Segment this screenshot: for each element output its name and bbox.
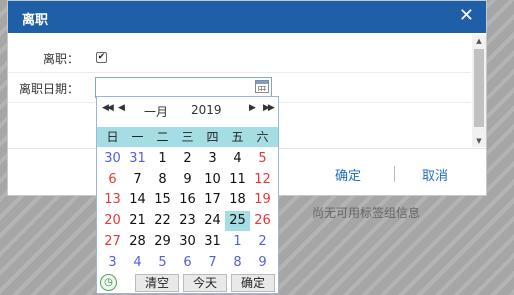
calendar-footer: ◷ 清空 今天 确定 [97, 272, 278, 294]
weekday-label: 二 [156, 130, 169, 144]
today-clock-icon[interactable]: ◷ [100, 274, 117, 291]
calendar-day[interactable]: 26 [250, 211, 275, 231]
resigned-row: 离职： ✔ [8, 43, 471, 73]
date-picker-popup: ◀◀ ◀ 一月 2019 ▶ ▶▶ 日一二三四五六 30 31 1 2 3 4 5 6 7 8 9 10… [96, 96, 279, 294]
weekday-label: 三 [181, 130, 194, 144]
calendar-day[interactable]: 15 [150, 190, 175, 210]
close-icon[interactable]: ✕ [459, 6, 474, 26]
prev-month-icon[interactable]: ◀ [118, 103, 125, 113]
calendar-day[interactable]: 2 [250, 232, 275, 252]
next-year-icon[interactable]: ▶▶ [263, 103, 275, 113]
calendar-day[interactable]: 11 [225, 170, 250, 190]
confirm-button[interactable]: 确定 [231, 274, 275, 292]
calendar-day[interactable]: 8 [150, 170, 175, 190]
calendar-day[interactable]: 31 [125, 149, 150, 169]
calendar-day[interactable]: 8 [225, 253, 250, 273]
calendar-day[interactable]: 12 [250, 170, 275, 190]
today-button[interactable]: 今天 [183, 274, 227, 292]
calendar-day[interactable]: 25 [225, 211, 250, 232]
resigned-checkbox[interactable]: ✔ [96, 52, 107, 63]
calendar-day[interactable]: 14 [125, 190, 150, 210]
calendar-day[interactable]: 7 [125, 170, 150, 190]
calendar-day[interactable]: 10 [200, 170, 225, 190]
calendar-icon[interactable] [255, 80, 269, 93]
year-selector[interactable]: 2019 [191, 103, 222, 117]
cancel-button[interactable]: 取消 [422, 165, 448, 184]
weekday-label: 日 [106, 130, 119, 144]
empty-tag-group-hint: 尚无可用标签组信息 [312, 206, 421, 220]
ok-button[interactable]: 确定 [335, 165, 361, 184]
scroll-thumb[interactable] [474, 49, 484, 127]
calendar-day[interactable]: 5 [150, 253, 175, 273]
calendar-day[interactable]: 4 [125, 253, 150, 273]
calendar-day[interactable]: 30 [175, 232, 200, 252]
dialog-titlebar: 离职 ✕ [8, 1, 486, 33]
calendar-day[interactable]: 9 [250, 253, 275, 273]
footer-divider [394, 166, 395, 182]
calendar-day[interactable]: 31 [200, 232, 225, 252]
prev-year-icon[interactable]: ◀◀ [102, 103, 114, 113]
calendar-day[interactable]: 19 [250, 190, 275, 210]
dialog-scrollbar[interactable]: ▲ ▼ [472, 35, 486, 147]
calendar-day[interactable]: 1 [225, 232, 250, 252]
resign-date-label: 离职日期： [18, 82, 79, 96]
next-month-icon[interactable]: ▶ [249, 103, 256, 113]
weekday-label: 六 [256, 130, 269, 144]
calendar-day[interactable]: 5 [250, 149, 275, 169]
calendar-day[interactable]: 6 [175, 253, 200, 273]
calendar-day[interactable]: 17 [200, 190, 225, 210]
calendar-day[interactable]: 30 [100, 149, 125, 169]
calendar-day[interactable]: 29 [150, 232, 175, 252]
calendar-day[interactable]: 6 [100, 170, 125, 190]
calendar-day[interactable]: 16 [175, 190, 200, 210]
calendar-day[interactable]: 3 [200, 149, 225, 169]
calendar-day[interactable]: 22 [150, 211, 175, 231]
calendar-day[interactable]: 18 [225, 190, 250, 210]
weekday-label: 五 [231, 130, 244, 144]
clear-button[interactable]: 清空 [135, 274, 179, 292]
calendar-day[interactable]: 4 [225, 149, 250, 169]
calendar-day[interactable]: 23 [175, 211, 200, 231]
calendar-day[interactable]: 27 [100, 232, 125, 252]
calendar-day[interactable]: 24 [200, 211, 225, 231]
calendar-header: ◀◀ ◀ 一月 2019 ▶ ▶▶ [97, 97, 278, 123]
calendar-day[interactable]: 7 [200, 253, 225, 273]
calendar-day[interactable]: 13 [100, 190, 125, 210]
calendar-day[interactable]: 28 [125, 232, 150, 252]
calendar-day[interactable]: 1 [150, 149, 175, 169]
calendar-day[interactable]: 3 [100, 253, 125, 273]
scroll-up-icon[interactable]: ▲ [472, 35, 486, 47]
dialog-title: 离职 [22, 13, 49, 28]
scroll-down-icon[interactable]: ▼ [472, 135, 486, 147]
calendar-day[interactable]: 9 [175, 170, 200, 190]
calendar-day[interactable]: 20 [100, 211, 125, 231]
resign-date-input[interactable] [95, 77, 272, 98]
resigned-label: 离职： [42, 52, 79, 66]
weekday-label: 一 [131, 130, 144, 144]
calendar-day[interactable]: 2 [175, 149, 200, 169]
month-selector[interactable]: 一月 [144, 103, 168, 120]
weekday-label: 四 [206, 130, 219, 144]
calendar-day[interactable]: 21 [125, 211, 150, 231]
